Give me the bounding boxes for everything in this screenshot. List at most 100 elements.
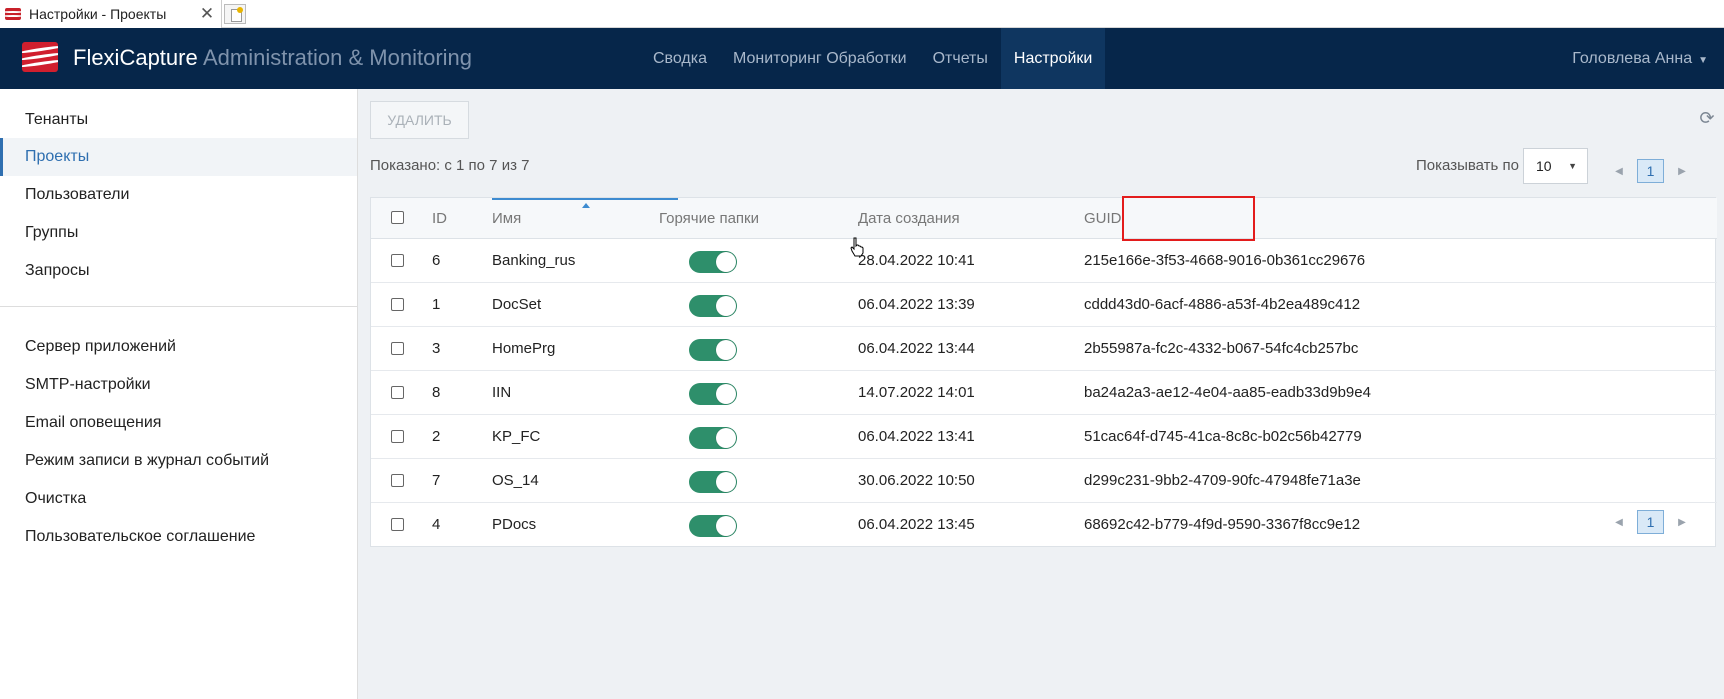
sidebar-item-projects[interactable]: Проекты	[0, 138, 357, 176]
column-header-name[interactable]: Имя	[492, 198, 521, 238]
column-header-guid[interactable]: GUID	[1084, 198, 1122, 238]
cell-id: 2	[432, 428, 441, 445]
per-page-label: Показывать по	[1416, 157, 1519, 174]
row-checkbox[interactable]	[391, 474, 404, 487]
app-header: FlexiCapture Administration & Monitoring…	[0, 28, 1724, 89]
browser-tab[interactable]: Настройки - Проекты ✕	[0, 0, 222, 28]
sort-ascending-icon	[582, 203, 590, 208]
cell-guid: d299c231-9bb2-4709-90fc-47948fe71a3e	[1084, 472, 1361, 489]
cell-created: 06.04.2022 13:41	[858, 428, 975, 445]
cell-name: DocSet	[492, 296, 542, 313]
brand-subtitle: Administration & Monitoring	[203, 45, 473, 70]
guid-highlight-box	[1122, 196, 1255, 241]
delete-button[interactable]: УДАЛИТЬ	[370, 101, 469, 139]
flexicapture-favicon-icon	[5, 8, 21, 20]
cell-id: 1	[432, 296, 441, 313]
projects-table: ID Имя Горячие папки Дата создания GUID …	[370, 196, 1717, 547]
per-page-select[interactable]: 10 ▼	[1523, 148, 1588, 184]
cell-id: 8	[432, 384, 441, 401]
hot-folders-toggle[interactable]	[689, 427, 737, 449]
nav-settings[interactable]: Настройки	[1000, 28, 1106, 89]
chevron-down-icon: ▼	[1698, 55, 1708, 66]
column-header-id[interactable]: ID	[432, 198, 447, 238]
hot-folders-toggle[interactable]	[689, 339, 737, 361]
sidebar-item-user-agreement[interactable]: Пользовательское соглашение	[0, 518, 357, 556]
nav-processing-monitoring[interactable]: Мониторинг Обработки	[720, 28, 920, 89]
cell-name: HomePrg	[492, 340, 556, 357]
user-menu[interactable]: Головлева Анна ▼	[1572, 28, 1708, 89]
hot-folders-toggle[interactable]	[689, 383, 737, 405]
new-tab-icon[interactable]	[224, 4, 246, 24]
cell-created: 06.04.2022 13:44	[858, 340, 975, 357]
sidebar-item-email-notifications[interactable]: Email оповещения	[0, 404, 357, 442]
row-checkbox[interactable]	[391, 298, 404, 311]
table-row[interactable]: 4 PDocs 06.04.2022 13:45 68692c42-b779-4f9d…	[371, 503, 1717, 547]
cell-id: 3	[432, 340, 441, 357]
table-row[interactable]: 3 HomePrg 06.04.2022 13:44 2b55987a-fc2c-43…	[371, 327, 1717, 371]
sidebar-item-event-log-mode[interactable]: Режим записи в журнал событий	[0, 442, 357, 480]
cell-created: 14.07.2022 14:01	[858, 384, 975, 401]
page-number-button[interactable]: 1	[1637, 510, 1664, 534]
sidebar-divider	[0, 306, 357, 307]
column-header-created[interactable]: Дата создания	[858, 198, 960, 238]
cell-id: 4	[432, 516, 441, 533]
table-row[interactable]: 1 DocSet 06.04.2022 13:39 cddd43d0-6acf-488…	[371, 283, 1717, 327]
table-row[interactable]: 6 Banking_rus 28.04.2022 10:41 215e166e-3f5…	[371, 239, 1717, 283]
sidebar-item-cleanup[interactable]: Очистка	[0, 480, 357, 518]
chevron-down-icon: ▼	[1568, 161, 1577, 171]
next-page-icon[interactable]: ▶	[1674, 166, 1690, 177]
pagination-top: ◀ 1 ▶	[1611, 159, 1690, 183]
top-nav: Сводка Мониторинг Обработки Отчеты Настр…	[640, 28, 1106, 89]
row-checkbox[interactable]	[391, 342, 404, 355]
row-checkbox[interactable]	[391, 518, 404, 531]
cell-id: 6	[432, 252, 441, 269]
per-page-value: 10	[1536, 158, 1552, 174]
sidebar-item-app-server[interactable]: Сервер приложений	[0, 328, 357, 366]
cell-created: 30.06.2022 10:50	[858, 472, 975, 489]
cell-guid: 51cac64f-d745-41ca-8c8c-b02c56b42779	[1084, 428, 1362, 445]
flexicapture-logo-icon	[22, 42, 58, 72]
refresh-icon[interactable]: ⟳	[1698, 109, 1716, 127]
nav-summary[interactable]: Сводка	[640, 28, 720, 89]
column-header-hot-folders[interactable]: Горячие папки	[659, 198, 759, 238]
sidebar-item-tenants[interactable]: Тенанты	[0, 101, 357, 139]
sidebar-item-requests[interactable]: Запросы	[0, 252, 357, 290]
row-checkbox[interactable]	[391, 386, 404, 399]
sidebar-item-users[interactable]: Пользователи	[0, 176, 357, 214]
hot-folders-toggle[interactable]	[689, 251, 737, 273]
row-checkbox[interactable]	[391, 430, 404, 443]
cell-created: 28.04.2022 10:41	[858, 252, 975, 269]
brand-name: FlexiCapture	[73, 45, 198, 70]
hot-folders-toggle[interactable]	[689, 471, 737, 493]
prev-page-icon[interactable]: ◀	[1611, 517, 1627, 528]
hot-folders-toggle[interactable]	[689, 295, 737, 317]
next-page-icon[interactable]: ▶	[1674, 517, 1690, 528]
nav-reports[interactable]: Отчеты	[920, 28, 1001, 89]
prev-page-icon[interactable]: ◀	[1611, 166, 1627, 177]
table-row[interactable]: 7 OS_14 30.06.2022 10:50 d299c231-9bb2-4709…	[371, 459, 1717, 503]
row-checkbox[interactable]	[391, 254, 404, 267]
table-header: ID Имя Горячие папки Дата создания GUID	[371, 196, 1717, 241]
page-number-button[interactable]: 1	[1637, 159, 1664, 183]
table-row[interactable]: 8 IIN 14.07.2022 14:01 ba24a2a3-ae12-4e04-a…	[371, 371, 1717, 415]
cell-created: 06.04.2022 13:39	[858, 296, 975, 313]
hot-folders-toggle[interactable]	[689, 515, 737, 537]
cell-guid: cddd43d0-6acf-4886-a53f-4b2ea489c412	[1084, 296, 1361, 313]
records-shown-text: Показано: с 1 по 7 из 7	[370, 157, 530, 174]
cell-name: Banking_rus	[492, 252, 576, 269]
main-content: УДАЛИТЬ ⟳ Показано: с 1 по 7 из 7 Показы…	[358, 89, 1724, 699]
close-icon[interactable]: ✕	[197, 4, 217, 24]
user-name: Головлева Анна	[1572, 50, 1693, 67]
select-all-checkbox[interactable]	[391, 211, 404, 224]
cell-guid: 215e166e-3f53-4668-9016-0b361cc29676	[1084, 252, 1366, 269]
pagination-bottom: ◀ 1 ▶	[1611, 510, 1690, 534]
cell-id: 7	[432, 472, 441, 489]
sidebar: Тенанты Проекты Пользователи Группы Запр…	[0, 89, 358, 699]
cell-guid: ba24a2a3-ae12-4e04-aa85-eadb33d9b9e4	[1084, 384, 1371, 401]
table-row[interactable]: 2 KP_FC 06.04.2022 13:41 51cac64f-d745-41ca…	[371, 415, 1717, 459]
sidebar-item-groups[interactable]: Группы	[0, 214, 357, 252]
sidebar-item-smtp[interactable]: SMTP-настройки	[0, 366, 357, 404]
cell-guid: 2b55987a-fc2c-4332-b067-54fc4cb257bc	[1084, 340, 1359, 357]
hand-cursor-icon	[850, 237, 864, 257]
cell-guid: 68692c42-b779-4f9d-9590-3367f8cc9e12	[1084, 516, 1361, 533]
